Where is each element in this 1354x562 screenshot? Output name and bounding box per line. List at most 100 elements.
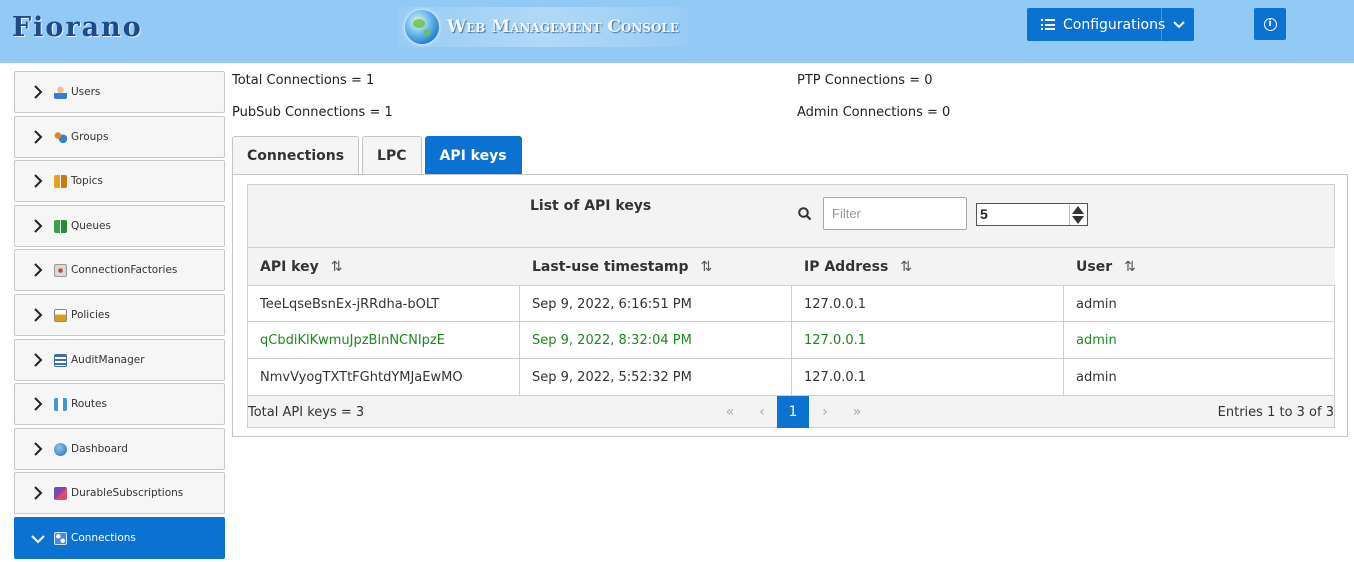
sidebar-item-connections[interactable]: Connections <box>14 516 225 559</box>
tab-api-keys[interactable]: API keys <box>424 136 522 174</box>
info-button[interactable]: i <box>1254 8 1286 40</box>
chevron-right-icon <box>34 352 43 367</box>
user-icon <box>54 86 67 99</box>
user-cell: admin <box>1076 369 1117 385</box>
sidebar-item-label: Groups <box>71 130 109 143</box>
tab-lpc[interactable]: LPC <box>362 136 422 174</box>
search-icon <box>798 207 812 221</box>
connections-icon <box>54 531 67 545</box>
last-page-button[interactable]: » <box>841 396 873 428</box>
connection-factories-icon <box>54 264 67 278</box>
ip-cell: 127.0.0.1 <box>792 359 1064 395</box>
tab-bar: Connections LPC API keys <box>232 136 525 174</box>
policies-icon <box>54 308 67 322</box>
total-connections: Total Connections = 1 <box>232 73 375 88</box>
chevron-right-icon <box>34 219 43 233</box>
sidebar-item-routes[interactable]: Routes <box>14 383 225 426</box>
table-footer: Total API keys = 3 « ‹ 1 › » Entries 1 t… <box>247 395 1335 428</box>
table-row[interactable]: qCbdiKlKwmuJpzBlnNCNIpzE Sep 9, 2022, 8:… <box>247 322 1335 359</box>
user-cell: admin <box>1076 296 1117 312</box>
admin-connections: Admin Connections = 0 <box>797 105 951 120</box>
chevron-right-icon <box>34 129 43 144</box>
sidebar-item-groups[interactable]: Groups <box>14 115 225 158</box>
table-row[interactable]: NmvVyogTXTtFGhtdYMJaEwMO Sep 9, 2022, 5:… <box>247 359 1335 396</box>
api-keys-panel: List of API keys 5 API key⇅ Last-use tim… <box>232 174 1348 437</box>
sidebar: Users Groups Topics Queues ConnectionFac… <box>14 71 225 562</box>
sort-icon[interactable]: ⇅ <box>1124 259 1136 275</box>
page-1-button[interactable]: 1 <box>777 396 809 428</box>
sidebar-item-durablesubscriptions[interactable]: DurableSubscriptions <box>14 472 225 515</box>
sidebar-item-label: Dashboard <box>71 442 128 455</box>
queues-icon <box>54 219 67 233</box>
globe-icon <box>405 10 439 44</box>
sort-icon[interactable]: ⇅ <box>331 259 343 275</box>
sort-icon[interactable]: ⇅ <box>900 259 912 275</box>
filter-input[interactable] <box>823 197 967 230</box>
timestamp-cell: Sep 9, 2022, 6:16:51 PM <box>520 286 792 322</box>
durable-subscriptions-icon <box>54 487 67 501</box>
sidebar-item-queues[interactable]: Queues <box>14 204 225 247</box>
sidebar-item-auditmanager[interactable]: AuditManager <box>14 338 225 381</box>
sidebar-item-label: Queues <box>71 219 111 232</box>
timestamp-cell: Sep 9, 2022, 8:32:04 PM <box>520 322 792 358</box>
api-key-cell: NmvVyogTXTtFGhtdYMJaEwMO <box>248 359 520 395</box>
console-title: Web Management Console <box>447 17 680 37</box>
rows-per-page-spinner[interactable]: 5 <box>976 203 1088 226</box>
sort-icon[interactable]: ⇅ <box>701 259 713 275</box>
sidebar-item-label: DurableSubscriptions <box>71 487 184 500</box>
entries-label: Entries 1 to 3 of 3 <box>1217 405 1334 420</box>
dashboard-icon <box>54 442 67 456</box>
column-last-use-timestamp[interactable]: Last-use timestamp ⇅ <box>520 248 792 285</box>
table-caption: List of API keys 5 <box>247 184 1335 248</box>
chevron-right-icon <box>34 442 43 456</box>
sidebar-item-connectionfactories[interactable]: ConnectionFactories <box>14 249 225 292</box>
first-page-button[interactable]: « <box>714 396 746 428</box>
column-api-key[interactable]: API key ⇅ <box>248 248 520 285</box>
fiorano-logo: Fiorano <box>12 12 143 43</box>
pubsub-connections: PubSub Connections = 1 <box>232 105 393 120</box>
sidebar-item-label: Users <box>71 86 101 98</box>
sidebar-item-policies[interactable]: Policies <box>14 293 225 336</box>
chevron-right-icon <box>34 263 43 278</box>
sidebar-item-users[interactable]: Users <box>14 71 225 113</box>
ptp-connections: PTP Connections = 0 <box>797 73 933 88</box>
api-key-cell: qCbdiKlKwmuJpzBlnNCNIpzE <box>248 322 520 358</box>
table-title: List of API keys <box>530 198 652 214</box>
spinner-up-icon[interactable] <box>1072 206 1084 214</box>
audit-manager-icon <box>54 353 67 367</box>
sidebar-item-topics[interactable]: Topics <box>14 160 225 203</box>
chevron-down-icon[interactable] <box>1173 18 1185 30</box>
sidebar-item-dashboard[interactable]: Dashboard <box>14 427 225 470</box>
spinner-arrows[interactable] <box>1069 205 1086 225</box>
api-key-cell: TeeLqseBsnEx-jRRdha-bOLT <box>248 286 520 322</box>
ip-cell: 127.0.0.1 <box>792 286 1064 322</box>
timestamp-cell: Sep 9, 2022, 5:52:32 PM <box>520 359 792 395</box>
rows-per-page-value: 5 <box>980 206 988 222</box>
configurations-label: Configurations <box>1063 16 1166 33</box>
column-ip-address[interactable]: IP Address ⇅ <box>792 248 1064 285</box>
groups-icon <box>54 130 67 144</box>
tab-connections[interactable]: Connections <box>232 136 360 174</box>
ip-cell: 127.0.0.1 <box>792 322 1064 358</box>
sidebar-item-label: Topics <box>71 175 103 188</box>
connection-stats: Total Connections = 1 PTP Connections = … <box>232 73 1342 123</box>
chevron-right-icon <box>34 85 43 99</box>
app-header: Fiorano Web Management Console Configura… <box>0 0 1354 63</box>
sidebar-item-label: Connections <box>71 531 136 544</box>
console-banner: Web Management Console <box>398 7 688 47</box>
column-user[interactable]: User ⇅ <box>1064 248 1336 285</box>
sidebar-item-label: ConnectionFactories <box>71 264 178 277</box>
user-cell: admin <box>1076 332 1117 348</box>
chevron-right-icon <box>34 397 43 411</box>
spinner-down-icon[interactable] <box>1072 216 1084 224</box>
next-page-button[interactable]: › <box>809 396 841 428</box>
info-icon: i <box>1263 17 1277 31</box>
routes-icon <box>54 398 67 412</box>
table-row[interactable]: TeeLqseBsnEx-jRRdha-bOLT Sep 9, 2022, 6:… <box>247 285 1335 322</box>
chevron-right-icon <box>34 308 43 322</box>
table-header-row: API key ⇅ Last-use timestamp ⇅ IP Address ⇅… <box>247 248 1335 285</box>
configurations-button[interactable]: Configurations <box>1027 8 1194 41</box>
sidebar-item-label: Policies <box>71 308 110 321</box>
topics-icon <box>54 175 67 189</box>
prev-page-button[interactable]: ‹ <box>746 396 778 428</box>
